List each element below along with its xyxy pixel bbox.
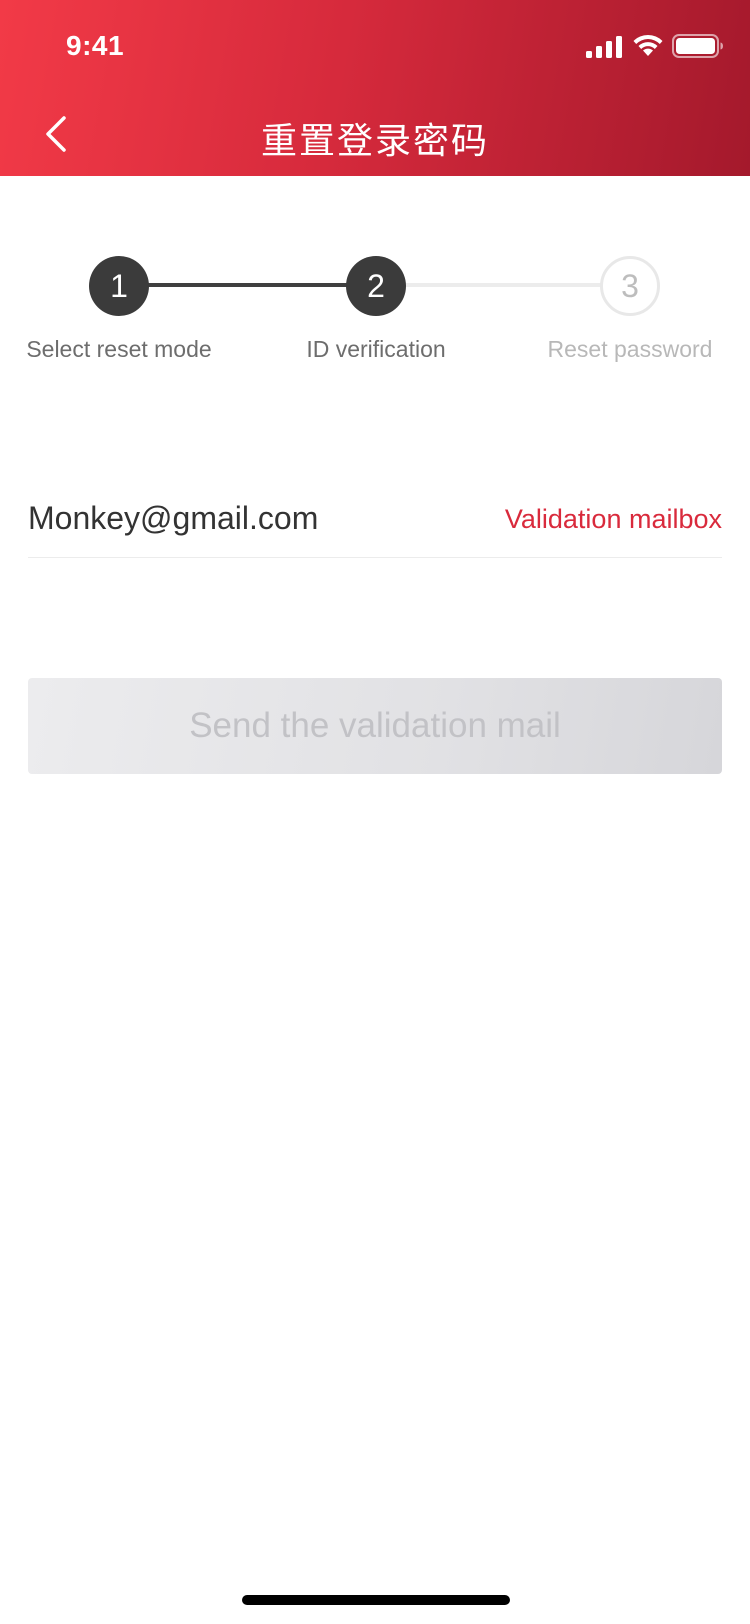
email-address: Monkey@gmail.com	[28, 500, 319, 536]
step-2-label: ID verification	[306, 336, 446, 362]
battery-icon	[672, 34, 723, 58]
step-connector-completed	[148, 283, 348, 287]
step-3-indicator: 3	[600, 256, 660, 316]
step-2-indicator: 2	[346, 256, 406, 316]
reset-password-screen: 9:41 重置登录密码 1 2 3 Select reset mode ID v…	[0, 0, 750, 1624]
send-validation-mail-button[interactable]: Send the validation mail	[28, 678, 722, 774]
wifi-icon	[633, 34, 663, 56]
step-connector-pending	[406, 283, 602, 287]
email-row: Monkey@gmail.com Validation mailbox	[28, 480, 722, 558]
step-1-label: Select reset mode	[26, 336, 212, 362]
home-indicator	[242, 1595, 510, 1605]
signal-icon	[586, 36, 622, 58]
page-title: 重置登录密码	[260, 120, 489, 161]
validation-mailbox-link[interactable]: Validation mailbox	[505, 504, 722, 535]
status-bar: 9:41	[0, 0, 750, 92]
nav-bar: 重置登录密码	[0, 92, 750, 176]
step-3-label: Reset password	[547, 336, 713, 362]
progress-stepper: 1 2 3 Select reset mode ID verification …	[0, 176, 750, 376]
header: 9:41 重置登录密码	[0, 0, 750, 176]
step-1-indicator: 1	[89, 256, 149, 316]
status-time: 9:41	[66, 30, 125, 61]
